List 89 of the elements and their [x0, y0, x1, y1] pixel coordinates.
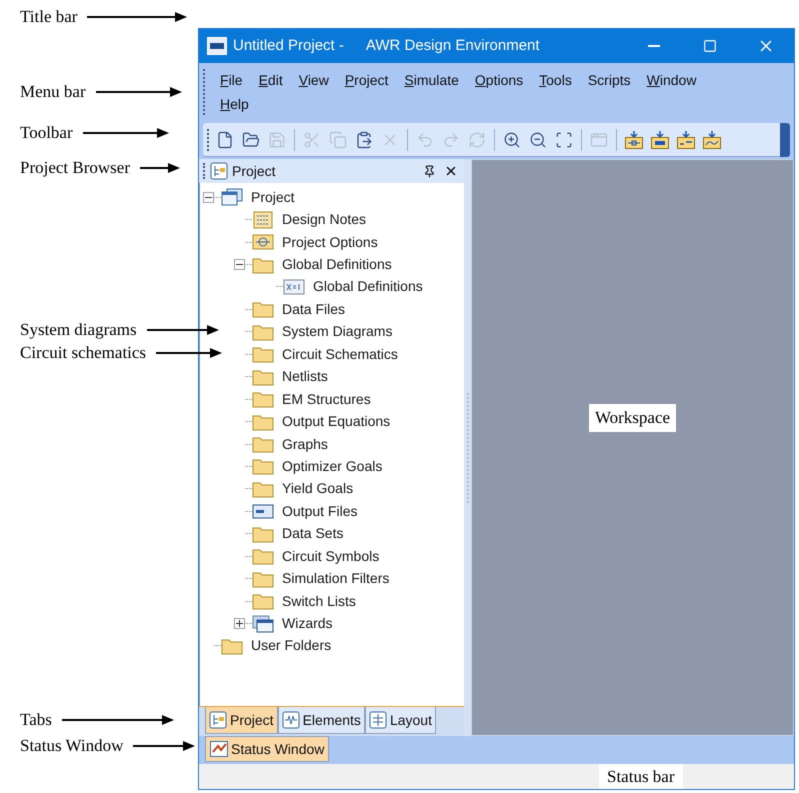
tree-item[interactable]: Global Definitions — [282, 254, 392, 276]
equation-icon — [283, 278, 305, 296]
tree-item[interactable]: Circuit Schematics — [282, 344, 398, 365]
maximize-icon — [703, 39, 717, 53]
panel-tab[interactable]: Layout — [364, 707, 436, 734]
menu-item[interactable]: Help — [212, 92, 257, 116]
tree-icon — [209, 711, 227, 729]
minimize-icon — [648, 45, 660, 47]
minus-icon — [205, 196, 212, 198]
tree-item[interactable]: Wizards — [282, 613, 333, 634]
tree-item[interactable]: Output Equations — [282, 411, 390, 432]
minus-icon — [236, 264, 243, 266]
folder-icon — [252, 480, 274, 498]
arrow — [133, 740, 196, 752]
folder-icon — [252, 570, 274, 588]
folder-icon — [252, 435, 274, 454]
folder-icon — [252, 547, 274, 566]
annotation-label: Tabs — [20, 710, 52, 730]
menu-item[interactable]: Edit — [250, 68, 291, 92]
menu-item[interactable]: Options — [466, 68, 532, 92]
overflow-button[interactable] — [780, 122, 790, 156]
folder-icon — [252, 322, 274, 341]
annotation-label: Project Browser — [20, 158, 130, 178]
window-title: Untitled Project - — [233, 36, 344, 56]
folder-icon — [221, 636, 243, 655]
layout-icon — [368, 711, 387, 729]
close-icon — [444, 164, 458, 178]
annotation-label: Circuit schematics — [20, 343, 146, 363]
folder-icon — [252, 457, 274, 476]
options-icon — [252, 233, 274, 252]
folder-icon — [252, 412, 274, 431]
tree-item[interactable]: Data Sets — [282, 523, 344, 544]
tree-item[interactable]: Global Definitions — [313, 276, 423, 298]
status-tab[interactable]: Status Window — [205, 736, 330, 762]
arrow — [140, 162, 180, 174]
folder-icon — [252, 368, 274, 386]
app-name: AWR Design Environment — [366, 36, 540, 56]
annotation-label: Title bar — [20, 7, 78, 27]
collapse-toggle[interactable] — [203, 192, 214, 203]
menu-item[interactable]: Tools — [531, 68, 580, 92]
tree-item[interactable]: Design Notes — [282, 209, 366, 230]
pin-icon — [422, 164, 436, 178]
tree-item[interactable]: Data Files — [282, 298, 346, 320]
output-icon — [252, 502, 274, 520]
tree-item[interactable]: Project Options — [282, 232, 378, 253]
folder-icon — [252, 390, 274, 408]
tree-item[interactable]: Optimizer Goals — [282, 456, 382, 477]
folder-icon — [252, 345, 274, 364]
tree-item[interactable]: EM Structures — [282, 388, 371, 410]
tree-item[interactable]: Simulation Filters — [282, 568, 390, 590]
menu-item[interactable]: Simulate — [396, 68, 467, 92]
menu-item[interactable]: View — [290, 68, 337, 92]
notes-icon — [252, 210, 274, 229]
annotation-label: Toolbar — [20, 123, 73, 143]
arrow — [156, 347, 222, 359]
panel-tab[interactable]: Elements — [278, 707, 365, 734]
folder-icon — [252, 524, 274, 543]
tree-item[interactable]: System Diagrams — [282, 321, 392, 342]
tree-item[interactable]: Switch Lists — [282, 590, 356, 612]
tree-item[interactable]: Netlists — [282, 366, 328, 388]
menu-item[interactable]: Project — [336, 68, 396, 92]
annotation-label: System diagrams — [20, 320, 137, 340]
menu-item[interactable]: File — [212, 68, 251, 92]
menu-item[interactable]: Window — [638, 68, 704, 92]
status-bar-label: Status bar — [599, 764, 683, 789]
tree-item[interactable]: Yield Goals — [282, 478, 354, 500]
windows-icon — [221, 188, 243, 206]
menu-item[interactable]: Scripts — [580, 68, 639, 92]
annotation-label: Status Window — [20, 736, 124, 756]
tree-item[interactable]: Project — [251, 186, 295, 208]
status-icon — [210, 741, 228, 757]
plus-icon — [236, 620, 243, 628]
folder-icon — [252, 256, 274, 274]
tree-icon — [210, 162, 228, 180]
collapse-toggle[interactable] — [234, 259, 245, 270]
windows-icon — [252, 614, 274, 633]
tree-item[interactable]: Output Files — [282, 500, 358, 522]
workspace-label: Workspace — [588, 404, 676, 432]
component-icon — [282, 711, 300, 729]
panel-tab[interactable]: Project — [205, 707, 278, 734]
folder-icon — [252, 300, 274, 318]
panel-title: Project — [232, 162, 276, 181]
tree-item[interactable]: Circuit Symbols — [282, 546, 380, 567]
expand-toggle[interactable] — [234, 618, 245, 630]
app-logo — [207, 37, 227, 55]
annotation-label: Menu bar — [20, 82, 86, 102]
tree-item[interactable]: User Folders — [251, 635, 332, 656]
tree-item[interactable]: Graphs — [282, 434, 328, 455]
folder-icon — [252, 592, 274, 610]
